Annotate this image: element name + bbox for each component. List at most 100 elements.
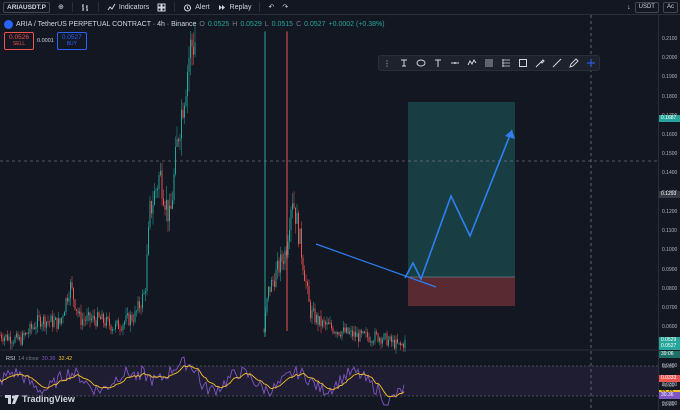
bar-type-icon[interactable]	[81, 3, 90, 12]
candle-body	[38, 315, 40, 317]
candle-body	[362, 331, 364, 334]
candle-body	[2, 338, 4, 342]
candle-body	[167, 199, 169, 222]
candle-body	[277, 260, 278, 270]
horizontal-line-icon[interactable]	[450, 58, 461, 68]
currency-box[interactable]: USDT	[634, 2, 659, 13]
candle-body	[391, 336, 392, 343]
sell-button[interactable]: 0.0526 SELL	[4, 32, 34, 50]
candle-body	[359, 330, 361, 342]
rsi-legend: RSI 14 close 30.36 32.42	[6, 356, 72, 362]
candle-body	[125, 315, 127, 322]
candle-body	[11, 343, 13, 344]
candle-body	[292, 203, 293, 210]
price-tick: 0.0600	[662, 324, 678, 331]
candle-body	[173, 174, 175, 201]
candle-body	[271, 280, 272, 292]
candle-body	[49, 321, 50, 323]
chart-area[interactable]	[0, 15, 658, 410]
candle-body	[344, 327, 346, 333]
redo-icon[interactable]: ↷	[282, 3, 288, 11]
price-scale[interactable]: 0.21000.20000.19000.18000.17000.16000.15…	[658, 15, 680, 410]
sell-label: SELL	[12, 41, 26, 47]
templates-button[interactable]	[157, 3, 166, 12]
undo-icon[interactable]: ↶	[268, 3, 274, 11]
zigzag-icon[interactable]	[467, 58, 478, 68]
candle-body	[151, 201, 152, 214]
pencil-icon[interactable]	[568, 58, 579, 68]
candle-body	[13, 342, 14, 344]
candle-body	[59, 318, 61, 324]
price-tick: 0.1600	[662, 132, 678, 139]
add-symbol-icon[interactable]: ⊕	[58, 3, 64, 11]
alert-button[interactable]: Alert	[183, 3, 210, 12]
down-arrow-icon[interactable]: ↓	[627, 2, 631, 13]
text-tool-icon[interactable]	[433, 58, 444, 68]
symbol-search-button[interactable]: ARIAUSDT.P	[3, 1, 51, 13]
candle-body	[376, 331, 377, 334]
candle-body	[62, 316, 64, 318]
symbol-title[interactable]: ARIA / TetherUS PERPETUAL CONTRACT · 4h …	[16, 21, 196, 28]
candle-body	[172, 200, 173, 209]
crosshair-icon[interactable]	[585, 58, 596, 68]
candle-body	[133, 320, 134, 322]
buy-button[interactable]: 0.0527 BUY	[56, 32, 87, 50]
candle-body	[320, 316, 322, 327]
candle-body	[50, 315, 52, 322]
indicators-button[interactable]: Indicators	[107, 3, 149, 12]
candle-body	[46, 321, 47, 328]
buy-price: 0.0527	[61, 34, 82, 41]
target-price-label: 0.1687	[659, 114, 680, 122]
last-price-label: 0.0527	[659, 342, 680, 350]
brush-icon[interactable]	[534, 58, 545, 68]
candle-body	[103, 313, 104, 323]
long-target-zone[interactable]	[408, 102, 515, 277]
rectangle-icon[interactable]	[517, 58, 528, 68]
candle-body	[14, 337, 16, 343]
candle-body	[355, 331, 356, 337]
candle-body	[91, 318, 92, 321]
candle-body	[278, 260, 280, 273]
text-cursor-icon[interactable]	[399, 58, 410, 68]
candle-body	[115, 323, 116, 329]
candle-body	[116, 320, 118, 324]
candle-body	[188, 58, 190, 72]
candle-body	[280, 254, 281, 273]
replay-button[interactable]: Replay	[218, 3, 251, 12]
ellipse-icon[interactable]	[416, 58, 427, 68]
candle-body	[400, 342, 401, 346]
candle-body	[379, 338, 380, 342]
candle-body	[371, 341, 373, 344]
candle-body	[337, 332, 338, 334]
candle-body	[323, 320, 325, 322]
candle-body	[70, 282, 71, 298]
price-tick: 0.0700	[662, 304, 678, 311]
trade-panel: 0.0526 SELL 0.0001 0.0527 BUY	[4, 32, 87, 50]
tradingview-logo[interactable]: TradingView	[5, 394, 75, 404]
long-stop-zone[interactable]	[408, 277, 515, 306]
candle-body	[268, 286, 269, 299]
rsi-name[interactable]: RSI	[6, 356, 15, 362]
close-label: C	[296, 21, 302, 28]
candle-body	[176, 139, 178, 147]
candle-body	[53, 319, 55, 327]
open-value: 0.0525	[207, 21, 230, 28]
candle-body	[350, 330, 352, 332]
fib-extension-icon[interactable]	[500, 58, 511, 68]
account-box[interactable]: Ac	[662, 2, 678, 13]
grid-icon	[157, 3, 166, 11]
candle-body	[385, 333, 386, 335]
high-label: H	[232, 21, 238, 28]
price-tick: 0.1400	[662, 170, 678, 177]
candle-body	[100, 316, 101, 320]
fib-retracement-icon[interactable]	[483, 58, 494, 68]
candle-body	[110, 325, 112, 331]
candle-body	[295, 207, 296, 224]
candle-body	[370, 341, 371, 343]
candle-body	[79, 311, 80, 314]
drag-handle-icon[interactable]	[382, 58, 393, 68]
candle-body	[334, 332, 335, 334]
candle-body	[329, 323, 331, 324]
trend-line-icon[interactable]	[551, 58, 562, 68]
price-tick: 0.2000	[662, 55, 678, 62]
